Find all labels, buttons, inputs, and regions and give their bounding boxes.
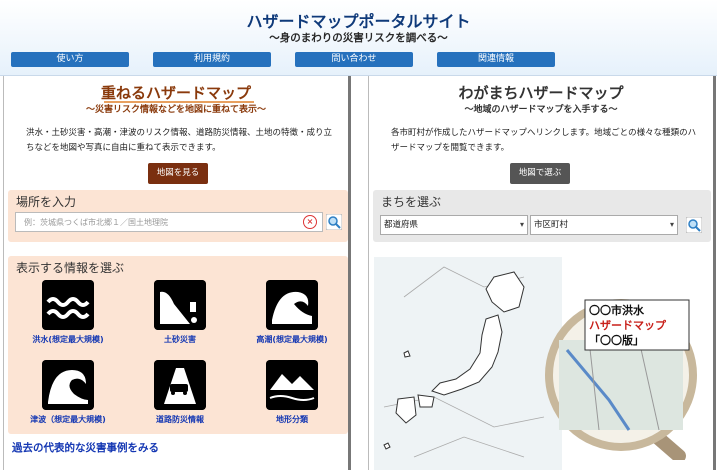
nav-terms-button[interactable]: 利用規約 (153, 52, 271, 67)
clear-icon[interactable]: × (303, 215, 317, 229)
landform-icon (266, 360, 318, 410)
storm-surge-label: 高潮(想定最大規模) (256, 335, 328, 344)
past-disasters-link[interactable]: 過去の代表的な災害事例をみる (12, 440, 159, 455)
landslide-tile[interactable]: 土砂災害 (130, 280, 230, 345)
magnifier-title-line3: 「〇〇版」 (589, 334, 644, 347)
tsunami-tile[interactable]: 津波（想定最大規模) (18, 360, 118, 425)
chevron-down-icon: ▾ (519, 220, 524, 229)
search-icon[interactable] (686, 217, 702, 233)
flood-tile[interactable]: 洪水(想定最大規模) (18, 280, 118, 345)
road-disaster-label: 道路防災情報 (156, 415, 204, 424)
nav-contact-button[interactable]: 問い合わせ (295, 52, 413, 67)
road-disaster-icon (154, 360, 206, 410)
site-title: ハザードマップポータルサイト (246, 12, 471, 31)
landslide-label: 土砂災害 (164, 335, 196, 344)
road-disaster-tile[interactable]: 道路防災情報 (130, 360, 230, 425)
city-select-value: 市区町村 (534, 220, 569, 230)
right-panel-description: 各市町村が作成したハザードマップへリンクします。地域ごとの様々な種類のハザードマ… (391, 128, 697, 153)
search-icon[interactable] (326, 214, 342, 230)
landform-tile[interactable]: 地形分類 (242, 360, 342, 425)
right-panel-subtitle: ～地域のハザードマップを入手する～ (464, 105, 618, 115)
view-map-button[interactable]: 地図を見る (148, 163, 208, 184)
nav-related-button[interactable]: 関連情報 (437, 52, 555, 67)
info-select-box: 表示する情報を選ぶ 洪水(想定最大規模) 土砂災害 高潮(想定最大規模) 津波（… (8, 256, 348, 434)
tsunami-icon (42, 360, 94, 410)
town-select-label: まちを選ぶ (381, 195, 442, 209)
landslide-icon (154, 280, 206, 330)
magnifier-title-line1: 〇〇市洪水 (589, 304, 644, 317)
prefecture-select-value: 都道府県 (384, 220, 419, 230)
search-label: 場所を入力 (16, 195, 77, 209)
flood-icon (42, 280, 94, 330)
select-on-map-button[interactable]: 地図で選ぶ (510, 163, 570, 184)
right-panel-title: わがまちハザードマップ (458, 84, 624, 102)
left-panel-description: 洪水・土砂災害・高潮・津波のリスク情報、道路防災情報、土地の特徴・成り立ちなどを… (26, 128, 333, 153)
local-hazard-panel: わがまちハザードマップ ～地域のハザードマップを入手する～ 各市町村が作成したハ… (368, 76, 716, 470)
nav-usage-button[interactable]: 使い方 (11, 52, 129, 67)
storm-surge-icon (266, 280, 318, 330)
magnifier-title-line2: ハザードマップ (589, 319, 666, 332)
overlay-hazard-panel: 重ねるハザードマップ ～災害リスク情報などを地図に重ねて表示～ 洪水・土砂災害・… (3, 76, 351, 470)
site-header: ハザードマップポータルサイト ～身のまわりの災害リスクを調べる～ 使い方 利用規… (0, 0, 717, 76)
chevron-down-icon: ▾ (669, 220, 674, 229)
storm-surge-tile[interactable]: 高潮(想定最大規模) (242, 280, 342, 345)
search-box: 場所を入力 × (8, 190, 348, 242)
info-select-label: 表示する情報を選ぶ (16, 261, 125, 275)
search-input[interactable] (15, 212, 323, 232)
flood-label: 洪水(想定最大規模) (32, 335, 104, 344)
landform-label: 地形分類 (276, 415, 308, 424)
town-select-box: まちを選ぶ 都道府県 ▾ 市区町村 ▾ (373, 190, 711, 242)
left-panel-subtitle: ～災害リスク情報などを地図に重ねて表示～ (85, 105, 266, 115)
tsunami-label: 津波（想定最大規模) (30, 415, 106, 424)
prefecture-select[interactable]: 都道府県 ▾ (380, 215, 528, 235)
site-subtitle: ～身のまわりの災害リスクを調べる～ (269, 32, 448, 44)
magnifier-image: 〇〇市洪水 ハザードマップ 「〇〇版」 (529, 280, 709, 463)
city-select[interactable]: 市区町村 ▾ (530, 215, 678, 235)
